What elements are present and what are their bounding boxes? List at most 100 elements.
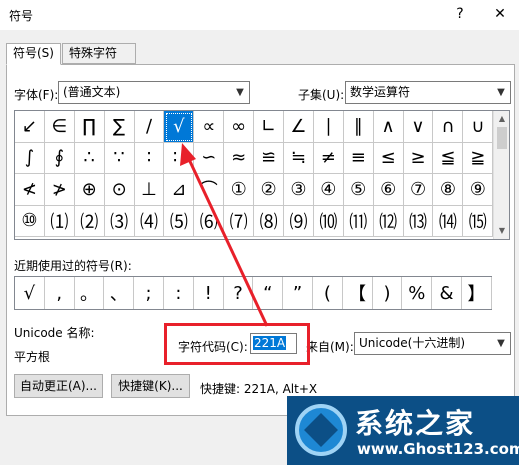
- recent-symbol-cell[interactable]: ;: [134, 277, 164, 309]
- symbol-cell[interactable]: ∈: [44, 111, 75, 143]
- symbol-cell[interactable]: ②: [254, 174, 285, 206]
- symbol-cell[interactable]: ∵: [104, 142, 135, 174]
- from-select[interactable]: Unicode(十六进制) ▼: [354, 332, 511, 355]
- scroll-up-icon[interactable]: ▲: [494, 111, 510, 127]
- symbol-cell[interactable]: ∴: [74, 142, 105, 174]
- symbol-cell[interactable]: ⑹: [194, 205, 225, 237]
- recent-symbol-cell[interactable]: !: [194, 277, 224, 309]
- symbol-cell[interactable]: ⊙: [104, 174, 135, 206]
- symbol-cell[interactable]: ⑼: [284, 205, 314, 237]
- symbol-cell[interactable]: ⑦: [403, 174, 434, 206]
- symbol-cell[interactable]: ≮: [15, 174, 45, 206]
- symbol-cell[interactable]: ⊥: [134, 174, 165, 206]
- symbol-cell[interactable]: ≒: [284, 142, 314, 174]
- help-button[interactable]: ?: [450, 4, 470, 24]
- symbol-cell[interactable]: ⊿: [164, 174, 195, 206]
- symbol-cell[interactable]: ∝: [194, 111, 225, 143]
- symbol-cell[interactable]: ⑾: [343, 205, 374, 237]
- symbol-cell[interactable]: ⑴: [44, 205, 75, 237]
- symbol-cell[interactable]: ③: [284, 174, 314, 206]
- symbol-cell[interactable]: ⑸: [164, 205, 195, 237]
- symbol-cell[interactable]: ⑩: [15, 205, 45, 237]
- symbol-cell[interactable]: ⑽: [313, 205, 344, 237]
- close-button[interactable]: ✕: [488, 4, 512, 24]
- recent-symbol-cell[interactable]: (: [313, 277, 343, 309]
- recent-symbol-cell[interactable]: 【: [343, 277, 373, 309]
- symbol-cell[interactable]: ≥: [403, 142, 434, 174]
- symbol-cell[interactable]: ∨: [403, 111, 434, 143]
- symbol-cell[interactable]: ∑: [104, 111, 135, 143]
- symbol-cell[interactable]: ⒁: [433, 205, 464, 237]
- symbol-cell[interactable]: ⌒: [194, 174, 225, 206]
- symbol-cell[interactable]: ⑵: [74, 205, 105, 237]
- symbol-cell[interactable]: ∷: [164, 142, 195, 174]
- unicode-name-value: 平方根: [14, 350, 51, 364]
- tab-symbols[interactable]: 符号(S): [6, 43, 61, 65]
- recent-symbol-cell[interactable]: ?: [224, 277, 254, 309]
- symbol-cell[interactable]: ≠: [313, 142, 344, 174]
- symbol-cell[interactable]: ≡: [343, 142, 374, 174]
- chevron-down-icon: ▼: [497, 338, 505, 349]
- recent-symbol-cell[interactable]: ,: [45, 277, 75, 309]
- recent-symbol-cell[interactable]: ”: [283, 277, 313, 309]
- symbol-cell[interactable]: ∫: [15, 142, 45, 174]
- symbol-cell[interactable]: ∞: [224, 111, 255, 143]
- subset-label: 子集(U):: [298, 88, 345, 102]
- symbol-cell[interactable]: ≌: [254, 142, 285, 174]
- symbol-cell[interactable]: √: [164, 111, 195, 143]
- scroll-thumb[interactable]: [497, 127, 507, 149]
- symbol-cell[interactable]: ⑻: [254, 205, 285, 237]
- symbol-cell[interactable]: ≦: [433, 142, 464, 174]
- recent-symbol-cell[interactable]: %: [402, 277, 433, 309]
- symbol-cell[interactable]: ∮: [44, 142, 75, 174]
- symbol-cell[interactable]: ∣: [313, 111, 344, 143]
- watermark-title: 系统之家: [355, 407, 476, 440]
- symbol-cell[interactable]: ∩: [433, 111, 464, 143]
- symbol-cell[interactable]: ⑶: [104, 205, 135, 237]
- symbol-cell[interactable]: ⒂: [463, 205, 494, 237]
- tab-special-characters[interactable]: 特殊字符(P): [62, 43, 136, 79]
- symbol-cell[interactable]: ∟: [254, 111, 285, 143]
- symbol-cell[interactable]: ∪: [463, 111, 494, 143]
- symbol-cell[interactable]: ⑺: [224, 205, 255, 237]
- symbol-cell[interactable]: ≯: [44, 174, 75, 206]
- symbol-cell[interactable]: ≧: [463, 142, 494, 174]
- recent-symbol-cell[interactable]: 。: [75, 277, 105, 309]
- symbol-cell[interactable]: ①: [224, 174, 255, 206]
- symbol-cell[interactable]: ⑥: [373, 174, 404, 206]
- recent-symbol-cell[interactable]: :: [164, 277, 194, 309]
- symbol-cell[interactable]: ⊕: [74, 174, 105, 206]
- symbol-grid-scrollbar[interactable]: ▲ ▼: [493, 111, 509, 239]
- symbol-cell[interactable]: ∽: [194, 142, 225, 174]
- recent-symbol-cell[interactable]: 】: [462, 277, 492, 309]
- symbol-cell[interactable]: ∕: [134, 111, 165, 143]
- symbol-cell[interactable]: ⑤: [343, 174, 374, 206]
- symbol-cell[interactable]: ∶: [134, 142, 165, 174]
- recent-symbol-cell[interactable]: ): [373, 277, 403, 309]
- recent-symbol-cell[interactable]: &: [432, 277, 462, 309]
- symbol-cell[interactable]: ∧: [373, 111, 404, 143]
- char-code-input[interactable]: 221A: [250, 333, 297, 354]
- symbol-cell[interactable]: ≈: [224, 142, 255, 174]
- symbol-cell[interactable]: ⑨: [463, 174, 494, 206]
- recent-symbol-cell[interactable]: “: [253, 277, 284, 309]
- symbol-cell[interactable]: ⑧: [433, 174, 464, 206]
- symbol-cell[interactable]: ∥: [343, 111, 374, 143]
- scroll-down-icon[interactable]: ▼: [494, 223, 510, 239]
- autocorrect-button[interactable]: 自动更正(A)...: [14, 374, 103, 398]
- symbol-cell[interactable]: ∏: [74, 111, 105, 143]
- symbol-cell[interactable]: ⒀: [403, 205, 434, 237]
- symbol-cell[interactable]: ⑷: [134, 205, 165, 237]
- shortcut-key-button[interactable]: 快捷键(K)...: [111, 374, 190, 398]
- symbol-grid-box: ↙ ∈ ∏ ∑ ∕ √ ∝ ∞ ∟ ∠ ∣ ∥ ∧ ∨ ∩ ∪ ∫ ∮ ∴ ∵ ∶ ∷ ∽ ≈ ≌ ≒ ≠ ≡ ≤ ≥ ≦ ≧ ≮ ≯ ⊕ ⊙ ⊥ ⊿ ⌒ ①…: [14, 110, 510, 240]
- font-select[interactable]: (普通文本) ▼: [58, 81, 250, 104]
- symbol-cell[interactable]: ↙: [15, 111, 45, 143]
- symbol-cell[interactable]: ⑿: [373, 205, 404, 237]
- recent-symbols-label: 近期使用过的符号(R):: [14, 259, 132, 273]
- subset-select[interactable]: 数学运算符 ▼: [345, 81, 511, 104]
- symbol-cell[interactable]: ④: [313, 174, 344, 206]
- symbol-cell[interactable]: ≤: [373, 142, 404, 174]
- symbol-cell[interactable]: ∠: [284, 111, 314, 143]
- recent-symbol-cell[interactable]: 、: [104, 277, 135, 309]
- recent-symbol-cell[interactable]: √: [15, 277, 45, 309]
